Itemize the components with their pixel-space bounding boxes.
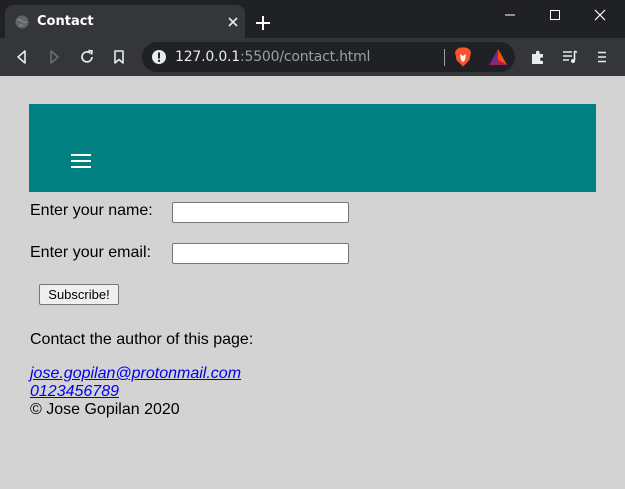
- name-label: Enter your name:: [30, 202, 153, 219]
- menu-icon[interactable]: [594, 49, 610, 65]
- tab-contact[interactable]: Contact: [5, 5, 245, 38]
- phone-link[interactable]: 0123456789: [30, 383, 119, 401]
- browser-toolbar: 127.0.0.1:5500/contact.html: [0, 38, 625, 76]
- globe-icon: [15, 15, 29, 29]
- hamburger-menu-icon[interactable]: [71, 154, 91, 168]
- media-playlist-icon[interactable]: [562, 49, 578, 65]
- extensions-icon[interactable]: [530, 49, 546, 65]
- bookmark-icon[interactable]: [111, 49, 127, 65]
- email-link[interactable]: jose.gopilan@protonmail.com: [30, 365, 241, 383]
- brave-rewards-icon[interactable]: [488, 48, 508, 66]
- email-label: Enter your email:: [30, 244, 151, 261]
- minimize-icon[interactable]: [500, 6, 520, 24]
- url-text: 127.0.0.1:5500/contact.html: [175, 49, 371, 65]
- close-window-icon[interactable]: [590, 6, 610, 24]
- subscribe-button[interactable]: Subscribe!: [39, 284, 119, 305]
- address-bar-divider: [444, 49, 445, 66]
- new-tab-icon[interactable]: [255, 15, 271, 31]
- name-input[interactable]: [172, 202, 349, 223]
- page-viewport: Enter your name: Enter your email: Subsc…: [0, 76, 625, 489]
- brave-shields-icon[interactable]: [454, 47, 472, 67]
- forward-icon[interactable]: [46, 49, 62, 65]
- reload-icon[interactable]: [79, 49, 95, 65]
- tab-title: Contact: [37, 14, 94, 29]
- address-bar[interactable]: 127.0.0.1:5500/contact.html: [142, 42, 515, 72]
- tab-strip: Contact: [0, 0, 625, 38]
- back-icon[interactable]: [14, 49, 30, 65]
- page-header: [29, 104, 596, 192]
- contact-heading: Contact the author of this page:: [30, 331, 254, 348]
- close-tab-icon[interactable]: [227, 16, 239, 28]
- maximize-icon[interactable]: [545, 6, 565, 24]
- site-info-icon[interactable]: [151, 49, 167, 65]
- email-input[interactable]: [172, 243, 349, 264]
- copyright-text: © Jose Gopilan 2020: [30, 401, 180, 418]
